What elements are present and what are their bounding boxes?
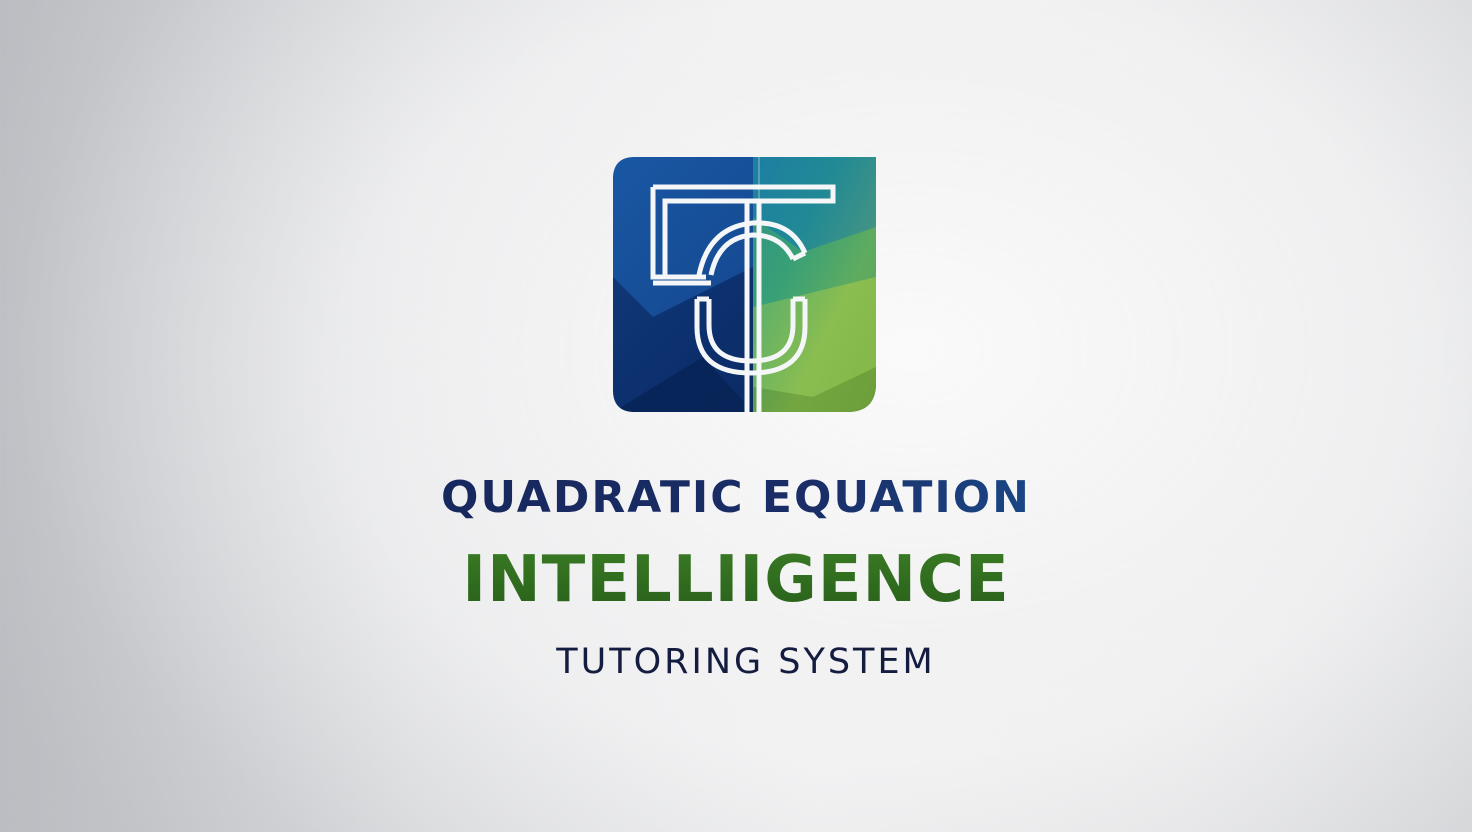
- tc-monogram-icon: [613, 157, 876, 412]
- title-line-3: TUTORING SYSTEM: [556, 642, 936, 682]
- title-line-1: QUADRATIC EQUATION: [16, 470, 1456, 526]
- background-vignette: [0, 0, 1472, 832]
- title-line-2: INTELLIIGENCE: [16, 540, 1456, 620]
